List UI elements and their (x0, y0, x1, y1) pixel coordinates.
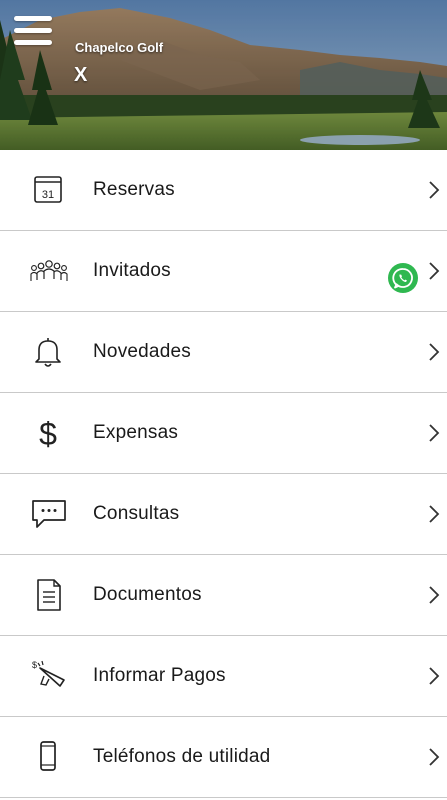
menu-item-label: Invitados (93, 260, 171, 281)
menu-item-reservas[interactable]: 31 Reservas (0, 150, 447, 231)
club-name: Chapelco Golf (75, 40, 164, 55)
chevron-right-icon (429, 424, 440, 442)
calendar-day-number: 31 (42, 189, 54, 201)
golf-course-landscape-image (0, 0, 447, 150)
chevron-right-icon (429, 262, 440, 280)
menu-item-label: Consultas (93, 503, 180, 524)
dollar-symbol: $ (39, 416, 57, 451)
menu-item-consultas[interactable]: Consultas (0, 474, 447, 555)
menu-item-label: Teléfonos de utilidad (93, 746, 271, 767)
menu-item-label: Expensas (93, 422, 179, 443)
chevron-right-icon (429, 667, 440, 685)
menu-item-label: Novedades (93, 341, 191, 362)
chevron-right-icon (429, 505, 440, 523)
hamburger-menu-icon[interactable] (14, 12, 54, 48)
chevron-right-icon (429, 748, 440, 766)
document-icon (30, 577, 70, 613)
chevron-right-icon (429, 343, 440, 361)
bell-icon (30, 334, 70, 370)
menu-item-informar-pagos[interactable]: $ Informar Pagos (0, 636, 447, 717)
menu-item-documentos[interactable]: Documentos (0, 555, 447, 636)
chevron-right-icon (429, 181, 440, 199)
menu-item-invitados[interactable]: Invitados (0, 231, 447, 312)
main-menu: 31 Reservas Invitados Novedades $ Expens… (0, 150, 447, 798)
chat-bubble-icon (30, 496, 70, 532)
megaphone-icon: $ (30, 658, 70, 694)
svg-text:$: $ (32, 660, 37, 670)
phone-icon (30, 739, 70, 775)
menu-item-label: Documentos (93, 584, 202, 605)
menu-item-telefonos-de-utilidad[interactable]: Teléfonos de utilidad (0, 717, 447, 798)
menu-item-expensas[interactable]: $ Expensas (0, 393, 447, 474)
menu-item-novedades[interactable]: Novedades (0, 312, 447, 393)
header-banner: Chapelco Golf X (0, 0, 447, 150)
people-icon (30, 253, 70, 289)
calendar-icon: 31 (30, 172, 70, 208)
user-initial: X (74, 64, 88, 86)
menu-item-label: Informar Pagos (93, 665, 226, 686)
menu-item-label: Reservas (93, 179, 175, 200)
dollar-icon: $ (30, 415, 70, 451)
whatsapp-icon[interactable] (388, 263, 418, 293)
chevron-right-icon (429, 586, 440, 604)
